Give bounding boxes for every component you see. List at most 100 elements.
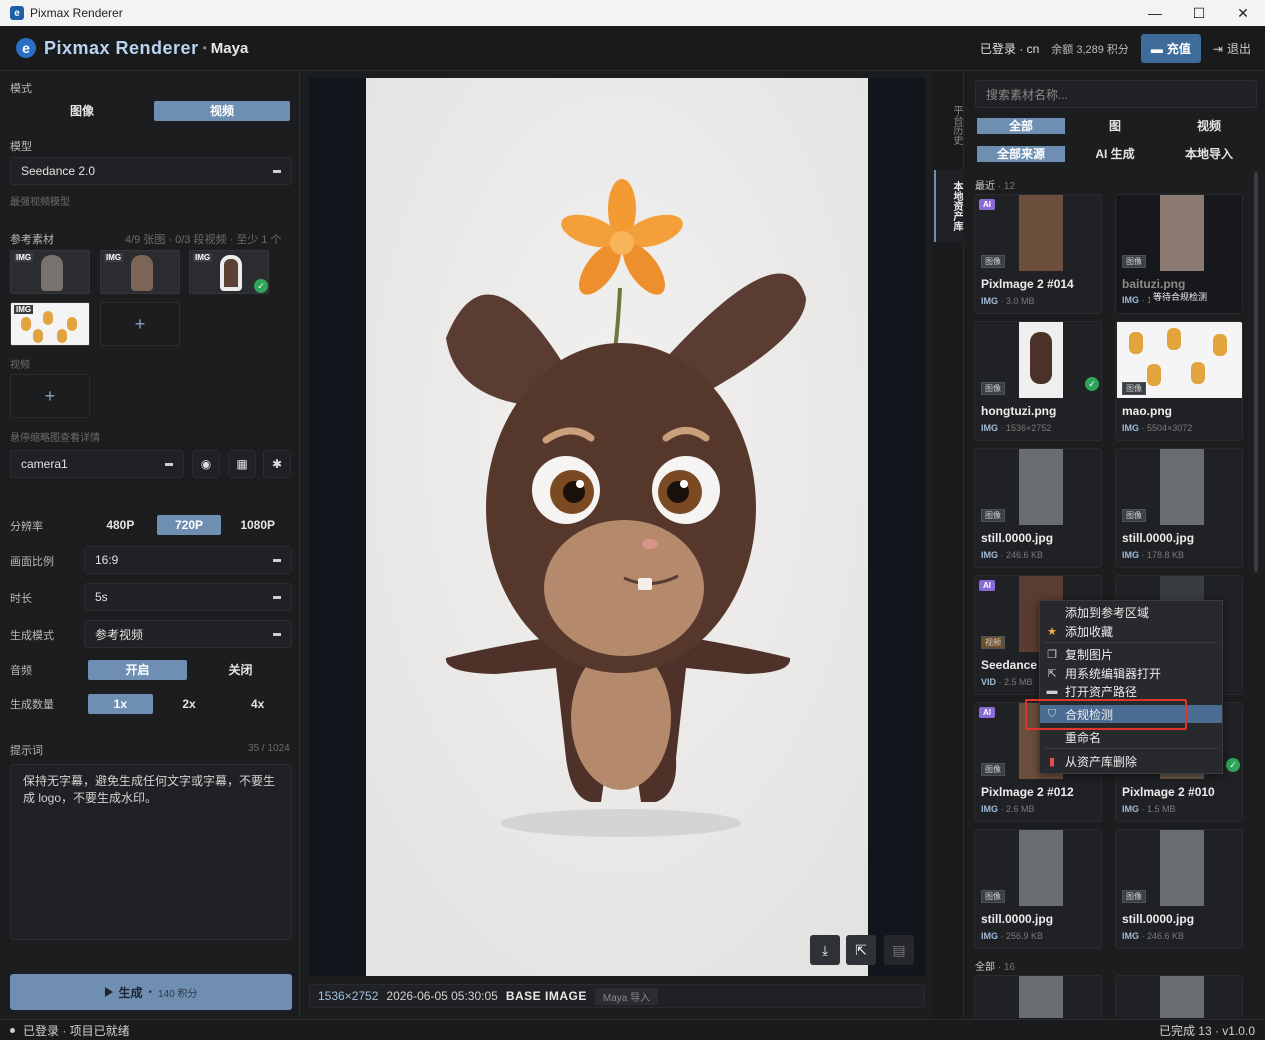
resolution-480p[interactable]: 480P (88, 515, 153, 535)
menu-open-system-editor[interactable]: ⇱ 用系统编辑器打开 (1040, 664, 1222, 682)
dropdown-icon (273, 633, 281, 636)
asset-context-menu: 添加到参考区域 ★ 添加收藏 ❐ 复制图片 ⇱ 用系统编辑器打开 ▬ 打开资产路径 ⛉ 合… (1039, 600, 1223, 774)
dropdown-icon (165, 463, 173, 466)
recent-section-label: 最近 · 12 (975, 181, 1016, 192)
genmode-select[interactable]: 参考视频 (84, 620, 292, 648)
model-select[interactable]: Seedance 2.0 (10, 157, 292, 185)
app-icon: e (10, 6, 24, 20)
dropdown-icon (273, 596, 281, 599)
ratio-select[interactable]: 16:9 (84, 546, 292, 574)
filter-ai-generated[interactable]: AI 生成 (1071, 146, 1159, 162)
close-button[interactable]: ✕ (1221, 0, 1265, 26)
logo-icon: e (16, 38, 36, 58)
mode-video[interactable]: 视频 (154, 101, 290, 121)
window-titlebar: e Pixmax Renderer — ☐ ✕ (0, 0, 1265, 26)
source-filter: 全部来源 AI 生成 本地导入 (977, 146, 1253, 162)
asset-scrollbar[interactable] (1254, 172, 1258, 572)
add-reference-button[interactable]: + (100, 302, 180, 346)
side-tabs: 平台历史 本地资产库 (934, 72, 964, 1018)
count-1x[interactable]: 1x (88, 694, 153, 714)
maximize-button[interactable]: ☐ (1177, 0, 1221, 26)
prompt-count: 35 / 1024 (248, 743, 290, 754)
archive-icon[interactable]: ▤ (884, 935, 914, 965)
recharge-button[interactable]: ▬ 充值 (1140, 34, 1201, 63)
dropdown-icon (273, 559, 281, 562)
login-status: 已登录 · cn (979, 42, 1040, 56)
menu-open-asset-path[interactable]: ▬ 打开资产路径 (1040, 682, 1222, 700)
asset-card[interactable]: 图像 hongtuzi.png IMG · 1536×2752 (974, 321, 1102, 441)
count-2x[interactable]: 2x (157, 694, 222, 714)
asset-card[interactable]: 图像 still.0000.jpg IMG · 178.8 KB (1115, 448, 1243, 568)
generate-cost: 140 积分 (158, 988, 198, 1000)
camera-icon[interactable]: ◉ (192, 450, 220, 478)
audio-on[interactable]: 开启 (88, 660, 187, 680)
reference-thumb[interactable]: IMG (100, 250, 180, 294)
gear-icon[interactable]: ✱ (263, 450, 291, 478)
resolution-label: 分辨率 (10, 521, 43, 533)
asset-library-panel: 搜索素材名称... 全部 图 视频 全部来源 AI 生成 本地导入 最近 · 1… (965, 72, 1265, 1018)
duration-label: 时长 (10, 593, 32, 605)
asset-card[interactable] (1115, 975, 1243, 1018)
asset-card[interactable]: 图像 baituzi.png IMG · 1536×2752 等待合规检测 (1115, 194, 1243, 314)
film-icon[interactable]: ▦ (228, 450, 256, 478)
pending-compliance-label: 等待合规检测 (1150, 290, 1211, 303)
asset-card[interactable] (974, 975, 1102, 1018)
add-video-button[interactable]: + (10, 374, 90, 418)
filter-local-import[interactable]: 本地导入 (1165, 146, 1253, 162)
menu-delete-from-library[interactable]: ▮ 从资产库删除 (1040, 752, 1222, 770)
download-icon[interactable]: ⤓ (810, 935, 840, 965)
preview-panel: ⤓ ⇱ ▤ 1536×2752 2026-06-05 05:30:05 BASE… (301, 72, 933, 1018)
genmode-label: 生成模式 (10, 630, 54, 642)
asset-card[interactable]: AI 图像 Pixlmage 2 #014 IMG · 3.0 MB (974, 194, 1102, 314)
asset-card[interactable]: 图像 still.0000.jpg IMG · 246.6 KB (1115, 829, 1243, 949)
asset-card[interactable]: 图像 still.0000.jpg IMG · 256.9 KB (974, 829, 1102, 949)
status-bar: 已登录 · 项目已就绪 已完成 13 · v1.0.0 (0, 1019, 1265, 1040)
resolution-720p[interactable]: 720P (156, 515, 222, 535)
mode-label: 模式 (10, 83, 32, 95)
filter-all-sources[interactable]: 全部来源 (977, 146, 1065, 162)
menu-add-to-reference[interactable]: 添加到参考区域 (1040, 603, 1222, 621)
video-label: 视频 (10, 360, 30, 371)
prompt-textarea[interactable]: 保持无字幕，避免生成任何文字或字幕，不要生成 logo，不要生成水印。 (10, 764, 292, 940)
check-icon: ✓ (1226, 758, 1240, 772)
logout-button[interactable]: ⇥ 退出 (1213, 40, 1251, 57)
minimize-button[interactable]: — (1133, 0, 1177, 26)
filter-all[interactable]: 全部 (977, 118, 1065, 134)
status-left: 已登录 · 项目已就绪 (23, 1023, 130, 1038)
count-label: 生成数量 (10, 699, 54, 711)
asset-card[interactable]: 图像 still.0000.jpg IMG · 246.6 KB (974, 448, 1102, 568)
count-4x[interactable]: 4x (225, 694, 290, 714)
open-external-icon[interactable]: ⇱ (846, 935, 876, 965)
window-title: Pixmax Renderer (30, 6, 123, 20)
highlight-box (1025, 699, 1187, 730)
model-label: 模型 (10, 141, 32, 153)
reference-thumb[interactable]: IMG (10, 302, 90, 346)
card-icon: ▬ (1150, 41, 1163, 56)
resolution-1080p[interactable]: 1080P (225, 515, 290, 535)
filter-image[interactable]: 图 (1071, 118, 1159, 134)
bunny-illustration (366, 78, 868, 976)
filter-video[interactable]: 视频 (1165, 118, 1253, 134)
menu-add-favorite[interactable]: ★ 添加收藏 (1040, 622, 1222, 640)
asset-card[interactable]: 图像 mao.png IMG · 5504×3072 (1115, 321, 1243, 441)
audio-off[interactable]: 关闭 (191, 660, 290, 680)
resolution-selector: 480P 720P 1080P (88, 515, 290, 535)
reference-count: 4/9 张图 · 0/3 段视频 · 至少 1 个 (125, 234, 282, 246)
ratio-label: 画面比例 (10, 556, 54, 568)
reference-thumb[interactable]: IMG (10, 250, 90, 294)
generate-button[interactable]: 生成 • 140 积分 (10, 974, 292, 1010)
star-icon: ★ (1047, 625, 1057, 638)
host-app: Maya (210, 39, 249, 57)
tab-local-library[interactable]: 本地资产库 (934, 170, 964, 242)
image-kind: BASE IMAGE (505, 989, 587, 1003)
camera-select[interactable]: camera1 (10, 450, 184, 478)
mode-image[interactable]: 图像 (14, 101, 150, 121)
tab-platform-history[interactable]: 平台历史 (934, 92, 964, 158)
check-icon: ✓ (1085, 377, 1099, 391)
duration-select[interactable]: 5s (84, 583, 292, 611)
menu-rename[interactable]: 重命名 (1040, 728, 1222, 746)
app-header: e Pixmax Renderer • Maya 已登录 · cn 余额 3,2… (0, 26, 1265, 71)
asset-search-input[interactable]: 搜索素材名称... (975, 80, 1257, 108)
image-source: Maya 导入 (594, 987, 659, 1005)
menu-copy-image[interactable]: ❐ 复制图片 (1040, 645, 1222, 663)
